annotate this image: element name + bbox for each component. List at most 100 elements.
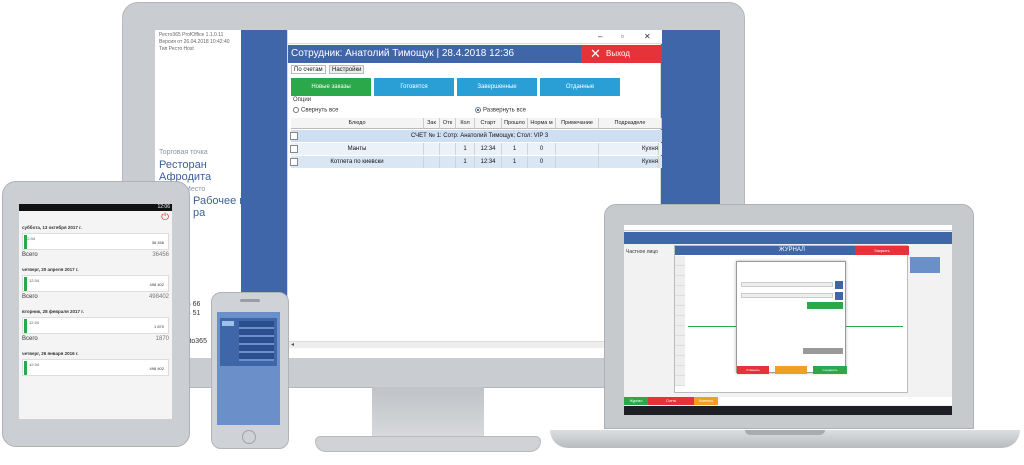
laptop-titlebar [624,225,952,231]
cancel-button[interactable]: Отменить [737,366,769,374]
bottom-tabs: Журнал Счета Клиенты [624,397,952,405]
col-header-elapsed[interactable]: Прошло [502,118,528,129]
card-time: 12:34 [29,320,40,325]
laptop-notch [745,430,825,435]
save-button[interactable]: Сохранить [813,366,847,374]
status-time: 12:06 [157,204,170,210]
phone-field[interactable] [222,321,234,326]
monitor-stand-neck [372,387,484,439]
cell-elapsed: 1 [502,156,528,168]
col-header-start[interactable]: Старт [475,118,502,129]
pay-button[interactable] [807,302,843,309]
cell-note [556,156,599,168]
phone-screen [217,312,280,425]
cell-qty: 1 [456,156,475,168]
client-field[interactable] [741,282,833,287]
collapse-all-label: Свернуть все [301,107,339,114]
close-icon[interactable]: ✕ [644,32,651,41]
employee-field[interactable] [741,293,833,298]
group-row[interactable]: СЧЕТ № 1: Сотр: Анатолий Тимощук; Стол: … [290,130,662,142]
scroll-left-icon[interactable]: ◂ [291,341,294,348]
booking-dialog: Отменить Сохранить [736,261,847,374]
middle-button[interactable] [775,366,807,374]
card-status-bar [24,235,27,249]
laptop-app-header [624,232,952,244]
exit-button[interactable]: ✕ Выход [581,45,662,63]
cell-dept: Кухня [599,143,659,155]
new-orders-button[interactable]: Новые заказы [291,78,371,96]
edit-icon[interactable] [835,281,843,289]
tab-bills[interactable]: Счета [648,397,694,405]
status-bar: 12:06 [19,204,172,211]
phone-speaker [240,299,260,302]
version-info: Ресто365 ProfOffice 1.1.0.11 Версия от 2… [159,32,230,53]
table-row[interactable]: Манты 1 12:34 1 0 Кухня [290,143,662,155]
total-value: 36456 [152,252,169,258]
group-date: вторник, 28 февраля 2017 г. [22,309,84,314]
col-header-order[interactable]: Зак [424,118,440,129]
version-line: Тип Ресто Host [159,46,194,52]
list-item[interactable]: 12:34 36 456 [22,233,169,250]
radio-selected-icon [475,107,481,113]
close-icon: ✕ [590,46,601,61]
exit-label: Выход [606,49,630,58]
list-item[interactable]: 12:34 498 402 [22,359,169,376]
radio-icon [293,107,299,113]
card-time: 12:34 [29,278,40,283]
list-item[interactable]: 12:34 1 870 [22,317,169,334]
cell-norm: 0 [528,143,556,155]
home-button-icon[interactable] [242,430,256,444]
card-amount: 36 456 [151,240,164,245]
card-status-bar [24,361,27,375]
dialog-field[interactable] [803,348,843,354]
phone-keys[interactable] [239,321,274,361]
cell-dept: Кухня [599,156,659,168]
monitor-stand-base [315,436,541,452]
tab-by-orders[interactable]: По счетам [291,65,326,74]
edit-icon[interactable] [835,292,843,300]
place-name-2: ра [193,207,206,219]
col-header-refuse[interactable]: Отк [440,118,456,129]
card-amount: 1 870 [153,324,164,329]
col-header-dish[interactable]: Блюдо [291,118,424,129]
tab-settings[interactable]: Настройки [329,65,365,74]
collapse-all-radio[interactable]: Свернуть все [293,107,338,114]
total-label: Всего [22,252,38,258]
cell-qty: 1 [456,143,475,155]
expand-all-radio[interactable]: Развернуть все [475,107,526,114]
minimize-icon[interactable]: – [598,32,602,41]
completed-button[interactable]: Завершенные [457,78,537,96]
col-header-qty[interactable]: Кол [456,118,475,129]
row-checkbox[interactable] [290,132,298,140]
col-header-dept[interactable]: Подразделе [599,118,662,129]
windows-taskbar [624,406,952,415]
col-header-norm[interactable]: Норма м [528,118,556,129]
total-value: 498402 [148,294,169,300]
group-date: четверг, 26 января 2016 г. [22,351,79,356]
client-label: Частное лицо [626,249,658,255]
table-row[interactable]: Котлета по киевски 1 12:34 1 0 Кухня [290,156,662,168]
power-icon[interactable]: ⏻ [161,212,169,223]
total-label: Всего [22,336,38,342]
cell-order [424,156,440,168]
group-date: суббота, 13 октября 2017 г. [22,225,82,230]
store-label: Торговая точка [159,149,208,156]
tab-clients[interactable]: Клиенты [694,397,718,405]
tablet-screen: 12:06 ⏻ суббота, 13 октября 2017 г. 12:3… [19,204,172,419]
tab-journal[interactable]: Журнал [624,397,648,405]
cell-start: 12:34 [475,156,502,168]
cell-dish: Котлета по киевски [291,156,424,168]
cell-elapsed: 1 [502,143,528,155]
card-status-bar [24,319,27,333]
time-column [675,256,685,386]
card-amount: 498 402 [149,366,164,371]
preparing-button[interactable]: Готовятся [374,78,454,96]
options-label: Опции [293,97,312,103]
maximize-icon[interactable]: ▫ [621,32,624,41]
laptop-screen: ЖУРНАЛ Закрыть Отменить Сохранить Частно… [624,225,952,415]
close-button[interactable]: Закрыть [855,246,909,255]
list-item[interactable]: 12:34 498 402 [22,275,169,292]
cell-norm: 0 [528,156,556,168]
col-header-note[interactable]: Примечание [556,118,599,129]
delivered-button[interactable]: Отданные [540,78,620,96]
